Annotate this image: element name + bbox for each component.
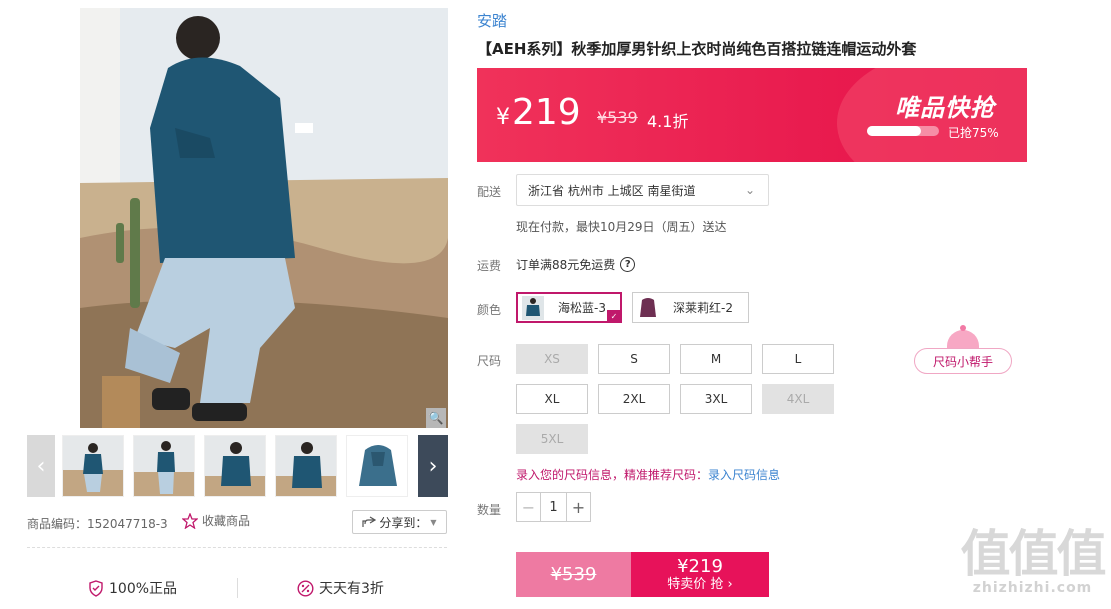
assurance-genuine: 100%正品 <box>88 578 177 598</box>
size-option[interactable]: S <box>598 344 670 374</box>
original-price: ¥539 <box>597 108 638 127</box>
delivery-address-select[interactable]: 浙江省 杭州市 上城区 南星街道 ⌄ <box>516 174 769 206</box>
quantity-plus-button[interactable]: + <box>566 493 590 521</box>
delivery-label: 配送 <box>477 185 502 199</box>
thumbnail[interactable] <box>346 435 408 497</box>
sold-progress-fill <box>867 126 921 136</box>
assurance-discount: 天天有3折 <box>297 578 384 598</box>
thumbnail[interactable] <box>204 435 266 497</box>
assurance-label: 天天有3折 <box>319 581 384 597</box>
shipping-fee-label: 运费 <box>477 259 502 273</box>
color-swatch <box>637 295 659 320</box>
favorite-label: 收藏商品 <box>202 514 251 528</box>
thumbnail[interactable] <box>133 435 195 497</box>
quantity-minus-button[interactable]: − <box>517 493 541 521</box>
size-option-disabled: 5XL <box>516 424 588 454</box>
sold-progress-text: 已抢75% <box>948 126 999 140</box>
price-banner: ¥ 219 ¥539 4.1折 唯品快抢 已抢75% <box>477 68 1027 162</box>
size-option[interactable]: M <box>680 344 752 374</box>
color-option[interactable]: 深莱莉红-2 <box>632 292 749 323</box>
shipping-fee-text: 订单满88元免运费 <box>516 258 616 272</box>
color-label: 颜色 <box>477 303 502 317</box>
product-title: 【AEH系列】秋季加厚男针织上衣时尚纯色百搭拉链连帽运动外套 <box>477 40 917 58</box>
original-price-button[interactable]: ¥539 <box>516 552 631 597</box>
size-option[interactable]: 3XL <box>680 384 752 414</box>
size-option[interactable]: L <box>762 344 834 374</box>
current-price: ¥ 219 <box>496 92 581 133</box>
size-tip: 录入您的尺码信息，精准推荐尺码：录入尺码信息 <box>516 466 780 483</box>
quantity-stepper: − 1 + <box>516 492 591 522</box>
buy-price: ¥219 <box>677 555 723 577</box>
size-option[interactable]: XL <box>516 384 588 414</box>
shipping-fee: 订单满88元免运费 ? <box>516 256 636 273</box>
size-helper-button[interactable]: 尺码小帮手 <box>914 348 1012 374</box>
product-main-image[interactable] <box>80 8 448 428</box>
watermark-url: zhizhizhi.com <box>972 580 1093 596</box>
size-option-disabled: 4XL <box>762 384 834 414</box>
quantity-label: 数量 <box>477 503 502 517</box>
chevron-left-icon[interactable]: ‹ <box>27 435 55 497</box>
shield-icon <box>89 579 103 597</box>
delivery-eta: 现在付款，最快10月29日（周五）送达 <box>516 220 727 234</box>
divider <box>27 547 447 548</box>
check-icon: ✓ <box>607 310 621 322</box>
color-swatch <box>522 295 544 320</box>
chevron-right-icon[interactable]: › <box>418 435 448 497</box>
color-name: 海松蓝-3 <box>558 301 606 315</box>
thumbnail[interactable] <box>62 435 124 497</box>
product-photo <box>80 8 448 428</box>
star-icon <box>182 512 198 529</box>
size-label: 尺码 <box>477 354 502 368</box>
share-button[interactable]: 分享到： ▼ <box>352 510 447 534</box>
size-option[interactable]: 2XL <box>598 384 670 414</box>
assurance-label: 100%正品 <box>109 581 178 597</box>
flash-sale-title: 唯品快抢 <box>895 94 995 122</box>
currency-symbol: ¥ <box>496 105 510 130</box>
caret-down-icon: ▼ <box>430 517 437 527</box>
brand-link[interactable]: 安踏 <box>477 10 507 31</box>
size-option-disabled: XS <box>516 344 588 374</box>
divider <box>237 578 238 598</box>
site-watermark: 值值值 zhizhizhi.com <box>960 525 1107 596</box>
product-code: 商品编码：152047718-3 <box>27 517 168 531</box>
watermark-glyphs: 值值值 <box>960 525 1107 583</box>
quantity-value[interactable]: 1 <box>541 493 566 521</box>
chevron-down-icon: ⌄ <box>744 183 755 197</box>
size-info-link[interactable]: 录入尺码信息 <box>708 468 780 482</box>
size-tip-text: 录入您的尺码信息，精准推荐尺码： <box>516 468 709 482</box>
product-meta-row: 商品编码：152047718-3 收藏商品 分享到： ▼ <box>27 510 447 534</box>
share-icon <box>362 516 377 527</box>
magnifier-icon[interactable]: 🔍 <box>426 408 446 428</box>
buy-action-label: 特卖价 抢 › <box>667 576 733 592</box>
favorite-button[interactable]: 收藏商品 <box>182 512 250 529</box>
thumbnail[interactable] <box>275 435 337 497</box>
discount-icon <box>297 579 314 597</box>
buy-now-button[interactable]: ¥219 特卖价 抢 › <box>631 552 769 597</box>
color-option-selected[interactable]: 海松蓝-3 ✓ <box>516 292 622 323</box>
discount-rate: 4.1折 <box>647 112 689 131</box>
share-label: 分享到： <box>379 515 428 530</box>
color-name: 深莱莉红-2 <box>673 301 733 315</box>
help-icon[interactable]: ? <box>620 257 636 272</box>
delivery-address: 浙江省 杭州市 上城区 南星街道 <box>528 183 696 198</box>
price-value: 219 <box>512 92 581 133</box>
